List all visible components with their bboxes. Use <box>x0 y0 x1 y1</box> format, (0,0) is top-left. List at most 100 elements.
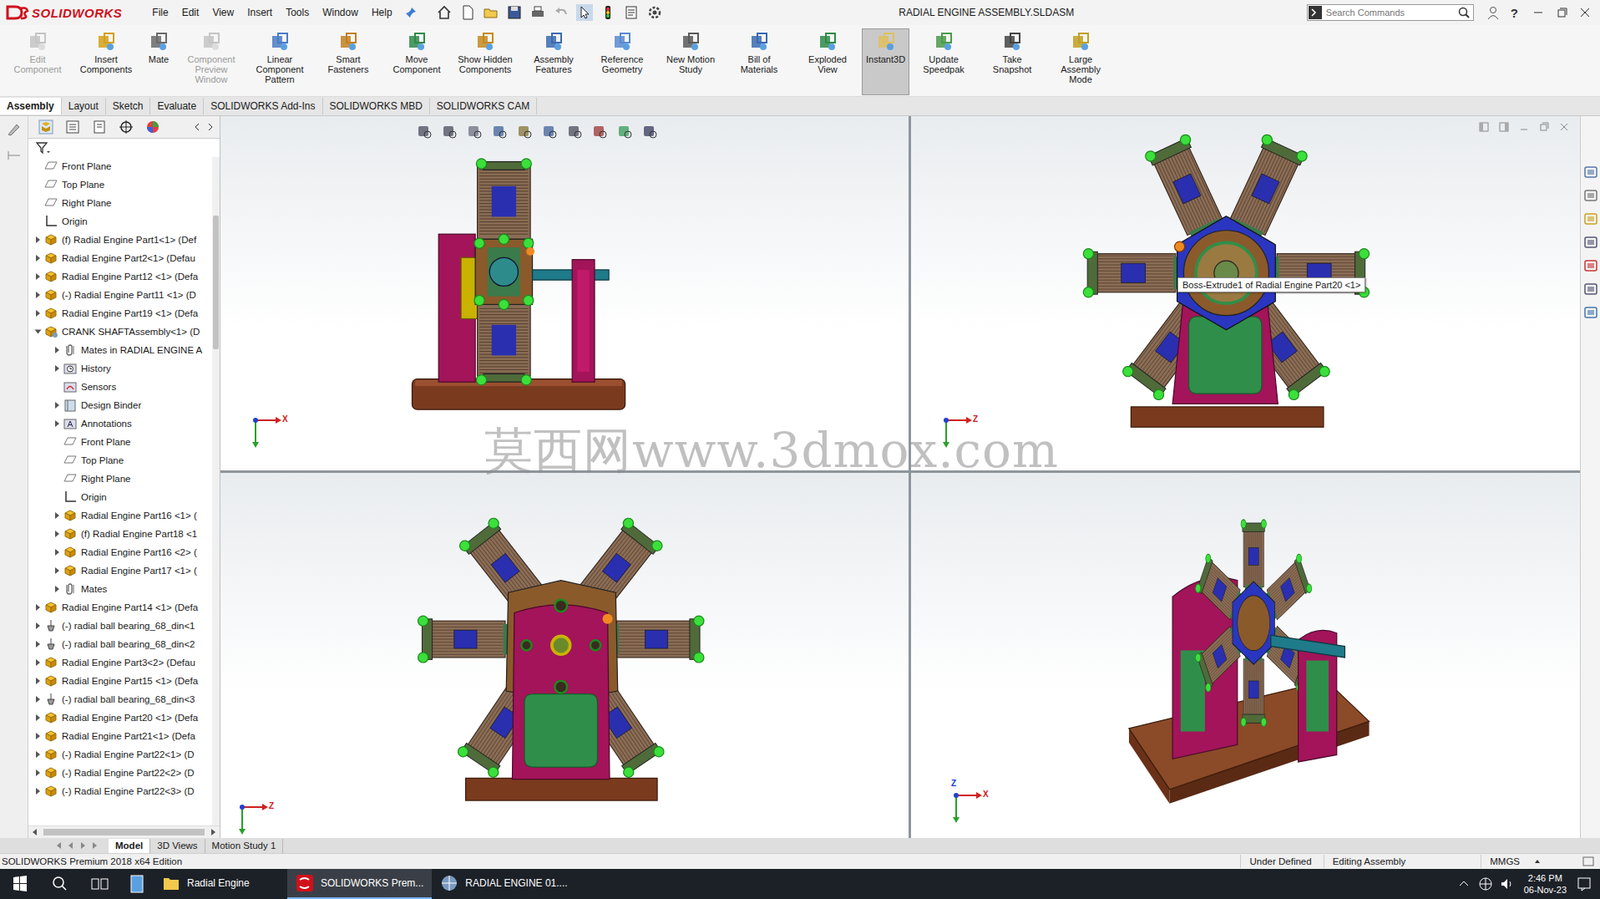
ribbon-button[interactable]: Exploded View <box>793 28 862 78</box>
tree-item[interactable]: (f) Radial Engine Part18 <1 <box>28 524 213 543</box>
tree-item[interactable]: Origin <box>28 212 213 231</box>
expander[interactable] <box>31 711 44 724</box>
model-tab[interactable]: Motion Study 1 <box>205 838 284 853</box>
tree-item[interactable]: (-) Radial Engine Part22<3> (D <box>28 781 213 800</box>
ribbon-button[interactable]: Mate <box>140 28 178 68</box>
menu-item[interactable]: Help <box>364 6 400 19</box>
tree-item[interactable]: Annotations <box>28 414 213 433</box>
tree-item[interactable]: Origin <box>28 487 213 507</box>
ribbon-button[interactable]: Large Assembly Mode <box>1046 28 1115 88</box>
tree-item[interactable]: Radial Engine Part20 <1> (Defa <box>28 708 213 727</box>
expander[interactable] <box>31 748 44 760</box>
tree-item[interactable]: Radial Engine Part3<2> (Defau <box>28 653 213 672</box>
scroll-thumb[interactable] <box>43 828 205 836</box>
expander[interactable] <box>31 233 44 246</box>
ribbon-button[interactable]: Bill of Materials <box>724 28 794 78</box>
tree-item[interactable]: (-) Radial Engine Part22<1> (D <box>28 744 213 764</box>
expander[interactable] <box>31 288 44 301</box>
tree-item[interactable]: Mates in RADIAL ENGINE A <box>28 340 213 360</box>
expander[interactable] <box>31 674 44 687</box>
tree-item[interactable]: Top Plane <box>28 175 213 194</box>
expander[interactable] <box>31 252 44 264</box>
menu-item[interactable]: Edit <box>175 6 207 19</box>
expander[interactable] <box>50 546 63 558</box>
tree-item[interactable]: History <box>28 359 213 378</box>
tree-item[interactable]: Radial Engine Part2<1> (Defau <box>28 248 213 268</box>
tree-item[interactable]: Design Binder <box>28 395 213 415</box>
scroll-thumb[interactable] <box>212 215 219 350</box>
model-tab[interactable]: 3D Views <box>150 838 205 853</box>
expander[interactable] <box>31 619 44 632</box>
command-tab[interactable]: SOLIDWORKS Add-Ins <box>203 97 323 115</box>
command-tab[interactable]: SOLIDWORKS MBD <box>323 97 431 115</box>
tree-item[interactable]: (f) Radial Engine Part1<1> (Def <box>28 230 213 249</box>
ribbon-button[interactable]: Move Component <box>382 28 451 78</box>
expander[interactable] <box>31 307 44 319</box>
tree-item[interactable]: Front Plane <box>28 156 213 176</box>
ribbon-button[interactable]: Component Preview Window <box>177 28 246 88</box>
expander[interactable] <box>31 325 44 338</box>
tree-item[interactable]: (-) radial ball bearing_68_din<2 <box>28 634 213 654</box>
expander[interactable] <box>31 637 44 650</box>
command-tab[interactable]: Evaluate <box>150 97 204 115</box>
expander[interactable] <box>50 399 63 411</box>
ribbon-button[interactable]: Update Speedpak <box>909 28 978 78</box>
ribbon-button[interactable]: Instant3D <box>861 28 910 96</box>
tree-item[interactable]: Front Plane <box>28 432 213 451</box>
menu-item[interactable]: Tools <box>278 6 316 19</box>
expander[interactable] <box>31 729 44 742</box>
ribbon-button[interactable]: Reference Geometry <box>587 28 657 78</box>
tree-item[interactable]: Radial Engine Part16 <2> ( <box>28 542 213 562</box>
tree-item[interactable]: Radial Engine Part17 <1> ( <box>28 561 213 580</box>
expander[interactable] <box>50 527 63 540</box>
tree-item[interactable]: Radial Engine Part14 <1> (Defa <box>28 597 213 617</box>
expander[interactable] <box>31 270 44 283</box>
tree-item[interactable]: (-) radial ball bearing_68_din<3 <box>28 689 213 709</box>
vertical-scrollbar[interactable] <box>212 156 220 826</box>
taskbar-item[interactable]: Radial Engine <box>153 868 288 899</box>
menu-item[interactable]: Window <box>315 6 365 19</box>
expander[interactable] <box>50 344 63 356</box>
ribbon-button[interactable]: Assembly Features <box>519 28 588 78</box>
expander[interactable] <box>50 362 63 375</box>
tree-item[interactable]: Right Plane <box>28 193 213 213</box>
expander[interactable] <box>50 564 63 577</box>
menu-item[interactable]: Insert <box>240 6 279 19</box>
assembly-model[interactable] <box>220 472 909 838</box>
expander[interactable] <box>31 784 44 797</box>
tree-item[interactable]: Radial Engine Part19 <1> (Defa <box>28 303 213 323</box>
expander[interactable] <box>50 417 63 430</box>
expander[interactable] <box>50 509 63 522</box>
tree-item[interactable]: (-) Radial Engine Part11 <1> (D <box>28 285 213 304</box>
ribbon-button[interactable]: Show Hidden Components <box>450 28 520 78</box>
tree-item[interactable]: Radial Engine Part21<1> (Defa <box>28 726 213 745</box>
command-tab[interactable]: Assembly <box>0 97 62 115</box>
taskbar-item[interactable]: SOLIDWORKS Prem... <box>287 868 432 899</box>
ribbon-button[interactable]: Insert Components <box>71 28 141 78</box>
tree-item[interactable]: Mates <box>28 579 213 598</box>
tree-item[interactable]: Right Plane <box>28 469 213 488</box>
command-tab[interactable]: Sketch <box>106 97 152 115</box>
help-button[interactable]: ? <box>1510 5 1519 21</box>
ribbon-button[interactable]: Take Snapshot <box>977 28 1047 78</box>
expander[interactable] <box>31 601 44 613</box>
tree-item[interactable]: (-) radial ball bearing_68_din<1 <box>28 616 213 635</box>
ribbon-button[interactable]: New Motion Study <box>656 28 725 78</box>
command-tab[interactable]: SOLIDWORKS CAM <box>430 97 537 115</box>
expander[interactable] <box>31 766 44 779</box>
search-input[interactable] <box>1322 6 1458 19</box>
assembly-model[interactable] <box>911 116 1580 471</box>
ribbon-button[interactable]: Linear Component Pattern <box>245 28 314 88</box>
expander[interactable] <box>31 656 44 669</box>
menu-item[interactable]: View <box>205 6 241 19</box>
menu-item[interactable]: File <box>145 6 175 19</box>
tree-item[interactable]: CRANK SHAFTAssembly<1> (D <box>28 322 213 341</box>
tree-item[interactable]: (-) Radial Engine Part22<2> (D <box>28 763 213 782</box>
viewport[interactable]: Z <box>220 472 909 838</box>
model-tab[interactable]: Model <box>108 838 151 853</box>
tree-item[interactable]: Radial Engine Part12 <1> (Defa <box>28 267 213 286</box>
ribbon-button[interactable]: Smart Fasteners <box>313 28 383 78</box>
viewport[interactable]: Z <box>911 116 1580 471</box>
tree-item[interactable]: Radial Engine Part15 <1> (Defa <box>28 671 213 690</box>
horizontal-scrollbar[interactable] <box>28 825 220 838</box>
